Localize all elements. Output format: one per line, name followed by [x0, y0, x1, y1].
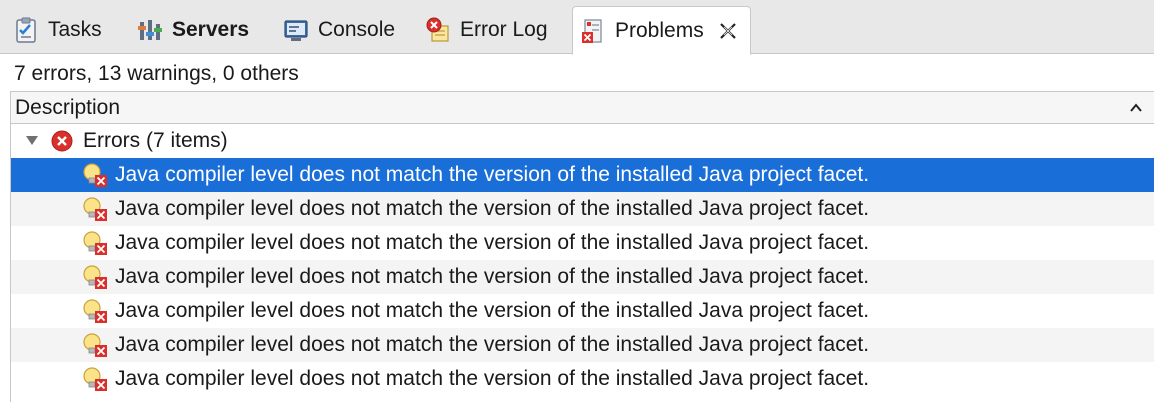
- column-header-description[interactable]: Description: [11, 92, 1154, 124]
- console-icon: [284, 20, 308, 41]
- error-circle-icon: [51, 130, 73, 152]
- table-row[interactable]: Java compiler level does not match the v…: [11, 328, 1154, 362]
- tab-console[interactable]: Console: [282, 6, 395, 54]
- tab-label: Servers: [172, 18, 250, 41]
- table-row[interactable]: Java compiler level does not match the v…: [11, 260, 1154, 294]
- tab-error-log[interactable]: Error Log: [424, 6, 548, 54]
- tab-label: Problems: [615, 18, 704, 42]
- java-facet-error-icon: [83, 265, 107, 289]
- problem-description: Java compiler level does not match the v…: [115, 367, 870, 390]
- error-log-icon: [426, 17, 449, 42]
- table-row[interactable]: Java compiler level does not match the v…: [11, 294, 1154, 328]
- java-facet-error-icon: [83, 231, 107, 255]
- tab-tasks[interactable]: Tasks: [12, 6, 102, 54]
- problem-description: Java compiler level does not match the v…: [115, 231, 870, 254]
- tasks-icon: [16, 17, 36, 43]
- java-facet-error-icon: [83, 333, 107, 357]
- tab-label: Console: [318, 18, 396, 41]
- view-tab-bar: Tasks Servers Console Error Log Problems: [0, 0, 1154, 55]
- problem-description: Java compiler level does not match the v…: [115, 333, 870, 356]
- java-facet-error-icon: [83, 197, 107, 221]
- table-row[interactable]: Java compiler level does not match the v…: [11, 192, 1154, 226]
- table-row[interactable]: Java compiler level does not match the v…: [11, 158, 1154, 192]
- problems-summary: 7 errors, 13 warnings, 0 others: [14, 62, 299, 85]
- column-header-label: Description: [15, 96, 121, 119]
- problem-description: Java compiler level does not match the v…: [115, 163, 870, 186]
- problem-rows: Java compiler level does not match the v…: [11, 158, 1154, 396]
- tab-label: Tasks: [48, 18, 102, 41]
- problem-description: Java compiler level does not match the v…: [115, 265, 870, 288]
- java-facet-error-icon: [83, 367, 107, 391]
- chevron-up-icon[interactable]: [1128, 100, 1144, 116]
- expand-triangle-icon[interactable]: [23, 132, 41, 150]
- java-facet-error-icon: [83, 299, 107, 323]
- problem-description: Java compiler level does not match the v…: [115, 299, 870, 322]
- table-row[interactable]: Java compiler level does not match the v…: [11, 362, 1154, 396]
- tab-label: Error Log: [460, 18, 548, 41]
- group-row-errors[interactable]: Errors (7 items): [11, 124, 1154, 158]
- tab-servers[interactable]: Servers: [136, 6, 249, 54]
- problems-icon: [582, 18, 602, 43]
- problems-table: Description Errors (7 items) Java compil…: [10, 91, 1154, 402]
- servers-icon: [138, 20, 162, 40]
- group-label: Errors (7 items): [83, 129, 228, 152]
- close-icon[interactable]: [718, 21, 738, 41]
- java-facet-error-icon: [83, 163, 107, 187]
- table-row[interactable]: Java compiler level does not match the v…: [11, 226, 1154, 260]
- problem-description: Java compiler level does not match the v…: [115, 197, 870, 220]
- tab-problems[interactable]: Problems: [572, 6, 751, 55]
